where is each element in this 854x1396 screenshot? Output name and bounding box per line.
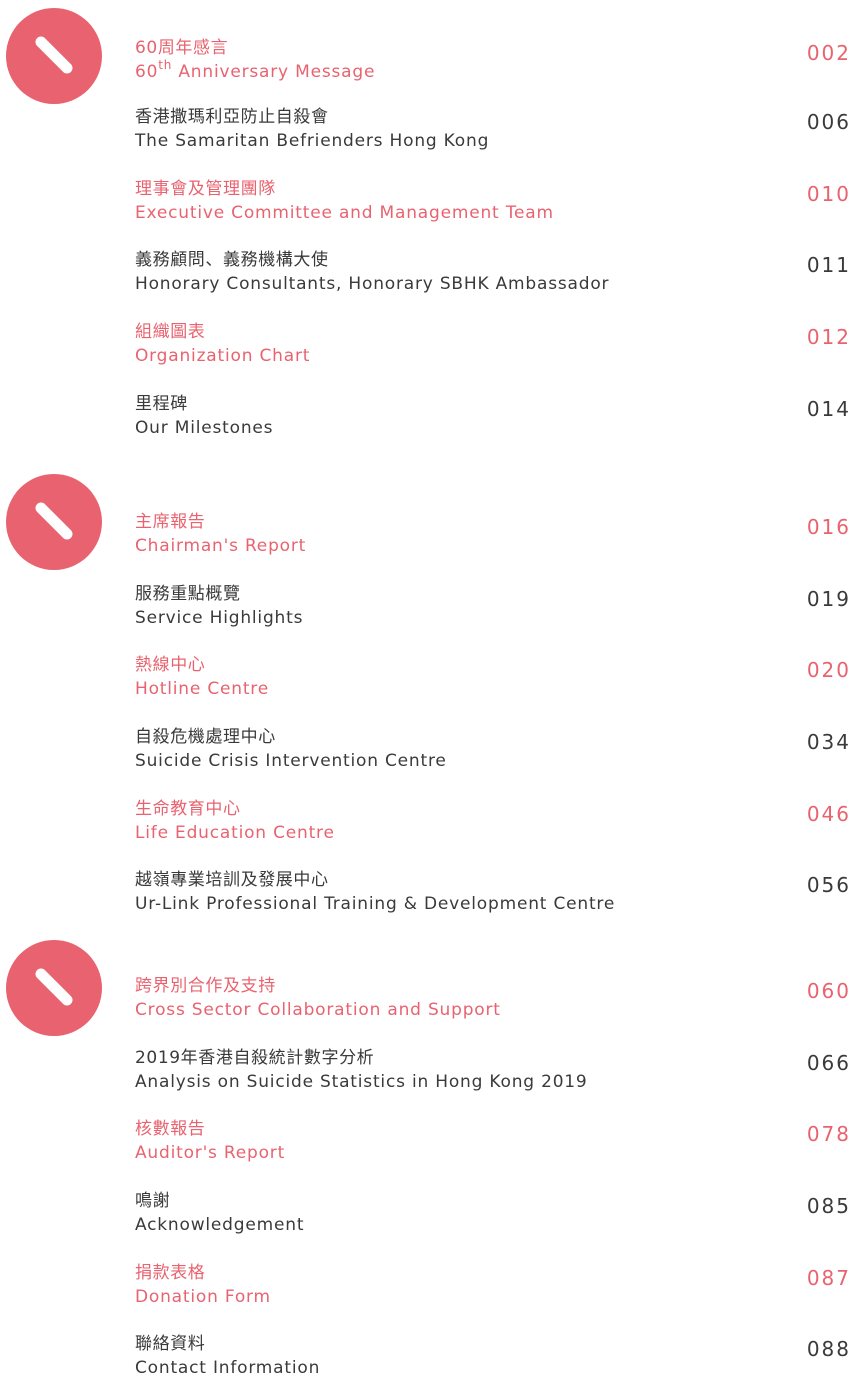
entry-page-number: 006 <box>806 110 851 134</box>
toc-entry-ur-link-centre[interactable]: 越嶺專業培訓及發展中心 Ur-Link Professional Trainin… <box>135 869 851 925</box>
entry-page-number: 010 <box>806 182 851 206</box>
entry-title-zh: 理事會及管理團隊 <box>135 179 276 199</box>
entry-title-en: Suicide Crisis Intervention Centre <box>135 751 447 771</box>
entry-title-zh: 2019年香港自殺統計數字分析 <box>135 1048 375 1068</box>
entry-page-number: 012 <box>806 325 851 349</box>
entry-page-number: 085 <box>806 1194 851 1218</box>
entry-page-number: 060 <box>806 979 851 1003</box>
toc-entry-cross-sector-collaboration[interactable]: 跨界別合作及支持 Cross Sector Collaboration and … <box>135 975 851 1031</box>
entry-title-en: Organization Chart <box>135 346 311 366</box>
entry-title-zh: 聯絡資料 <box>135 1334 206 1354</box>
entry-title-en: Our Milestones <box>135 418 274 438</box>
entry-page-number: 014 <box>806 397 851 421</box>
entry-title-en-number: 60 <box>135 62 159 82</box>
contents-page: { "colors": { "accent": "#e8636f", "text… <box>0 0 854 1396</box>
entry-title-en-rest: Anniversary Message <box>172 62 376 82</box>
entry-title-zh: 自殺危機處理中心 <box>135 727 276 747</box>
toc-entry-organization-chart[interactable]: 組織圖表 Organization Chart 012 <box>135 321 851 377</box>
entry-page-number: 011 <box>806 253 851 277</box>
toc-entry-life-education-centre[interactable]: 生命教育中心 Life Education Centre 046 <box>135 798 851 854</box>
entry-page-number: 046 <box>806 802 851 826</box>
entry-title-zh: 核數報告 <box>135 1119 206 1139</box>
toc-entry-hotline-centre[interactable]: 熱線中心 Hotline Centre 020 <box>135 654 851 710</box>
toc-entry-auditors-report[interactable]: 核數報告 Auditor's Report 078 <box>135 1118 851 1174</box>
entry-title-en: Donation Form <box>135 1287 271 1307</box>
entry-title-en: Cross Sector Collaboration and Support <box>135 1000 501 1020</box>
entry-title-zh: 生命教育中心 <box>135 799 241 819</box>
entry-title-en: Executive Committee and Management Team <box>135 203 554 223</box>
entry-page-number: 066 <box>806 1051 851 1075</box>
entry-page-number: 002 <box>806 41 851 65</box>
entry-page-number: 088 <box>806 1337 851 1361</box>
entry-title-en: The Samaritan Befrienders Hong Kong <box>135 131 490 151</box>
entry-page-number: 078 <box>806 1122 851 1146</box>
entry-title-zh: 熱線中心 <box>135 655 206 675</box>
toc-entry-suicide-crisis-centre[interactable]: 自殺危機處理中心 Suicide Crisis Intervention Cen… <box>135 726 851 782</box>
slash-circle-icon <box>35 36 73 74</box>
section-badge-1 <box>6 8 102 104</box>
entry-title-zh: 里程碑 <box>135 394 188 414</box>
entry-title-zh: 組織圖表 <box>135 322 206 342</box>
section-badge-2 <box>6 474 102 570</box>
toc-entry-chairmans-report[interactable]: 主席報告 Chairman's Report 016 <box>135 511 851 567</box>
toc-entry-contact-information[interactable]: 聯絡資料 Contact Information 088 <box>135 1333 851 1389</box>
toc-entry-acknowledgement[interactable]: 鳴謝 Acknowledgement 085 <box>135 1190 851 1246</box>
entry-title-en: Honorary Consultants, Honorary SBHK Amba… <box>135 274 610 294</box>
toc-entry-service-highlights[interactable]: 服務重點概覽 Service Highlights 019 <box>135 583 851 639</box>
entry-title-zh: 鳴謝 <box>135 1191 171 1211</box>
toc-entry-anniversary-message[interactable]: 60周年感言 60th Anniversary Message 002 <box>135 37 851 93</box>
slash-circle-icon <box>35 502 73 540</box>
entry-title-en: Life Education Centre <box>135 823 335 843</box>
entry-title-en: Service Highlights <box>135 608 304 628</box>
entry-title-en: Hotline Centre <box>135 679 269 699</box>
section-badge-3 <box>6 940 102 1036</box>
toc-entry-milestones[interactable]: 里程碑 Our Milestones 014 <box>135 393 851 449</box>
toc-entry-suicide-statistics[interactable]: 2019年香港自殺統計數字分析 Analysis on Suicide Stat… <box>135 1047 851 1103</box>
toc-entry-honorary-consultants[interactable]: 義務顧問、義務機構大使 Honorary Consultants, Honora… <box>135 249 851 305</box>
entry-title-en-superscript: th <box>158 58 173 73</box>
entry-title-en: Contact Information <box>135 1358 321 1378</box>
entry-title-en: Ur-Link Professional Training & Developm… <box>135 894 616 914</box>
entry-page-number: 019 <box>806 587 851 611</box>
entry-page-number: 016 <box>806 515 851 539</box>
entry-title-zh: 跨界別合作及支持 <box>135 976 276 996</box>
entry-title-en: Chairman's Report <box>135 536 307 556</box>
entry-title-zh: 香港撒瑪利亞防止自殺會 <box>135 107 329 127</box>
entry-title-en: 60th Anniversary Message <box>135 58 376 83</box>
toc-entry-executive-committee[interactable]: 理事會及管理團隊 Executive Committee and Managem… <box>135 178 851 234</box>
entry-title-zh: 60周年感言 <box>135 38 229 58</box>
entry-title-en: Auditor's Report <box>135 1143 286 1163</box>
slash-circle-icon <box>35 968 73 1006</box>
entry-page-number: 087 <box>806 1266 851 1290</box>
entry-title-zh: 越嶺專業培訓及發展中心 <box>135 870 329 890</box>
entry-title-zh: 捐款表格 <box>135 1263 206 1283</box>
entry-title-en: Acknowledgement <box>135 1215 305 1235</box>
entry-page-number: 034 <box>806 730 851 754</box>
toc-entry-samaritan-befrienders[interactable]: 香港撒瑪利亞防止自殺會 The Samaritan Befrienders Ho… <box>135 106 851 162</box>
entry-page-number: 056 <box>806 873 851 897</box>
entry-title-zh: 服務重點概覽 <box>135 584 241 604</box>
entry-title-en: Analysis on Suicide Statistics in Hong K… <box>135 1072 588 1092</box>
entry-title-zh: 主席報告 <box>135 512 206 532</box>
entry-page-number: 020 <box>806 658 851 682</box>
entry-title-zh: 義務顧問、義務機構大使 <box>135 250 329 270</box>
toc-entry-donation-form[interactable]: 捐款表格 Donation Form 087 <box>135 1262 851 1318</box>
